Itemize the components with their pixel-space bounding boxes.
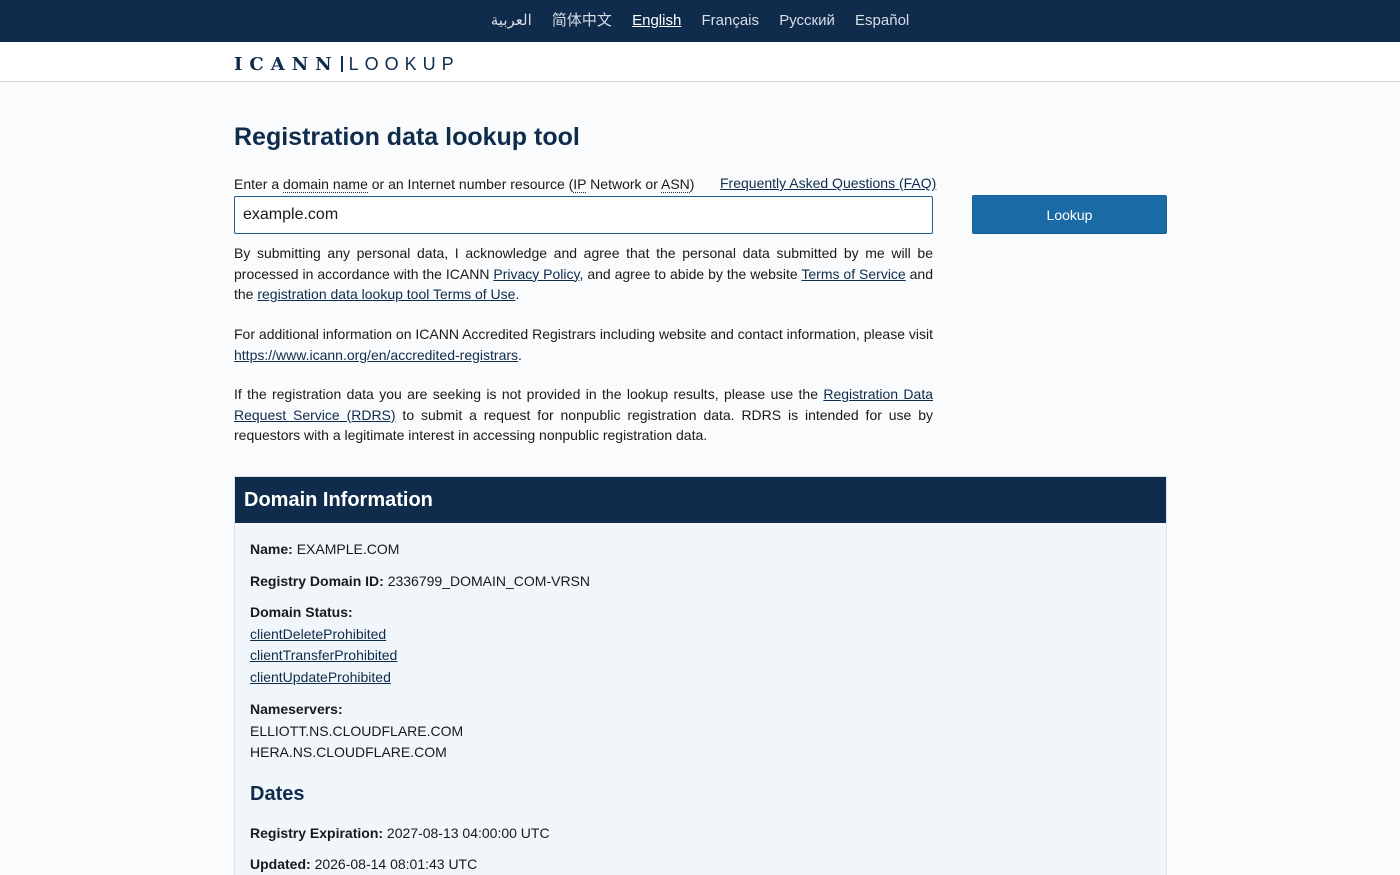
lang-arabic[interactable]: العربية <box>491 0 532 41</box>
ip-term: IP <box>573 176 587 193</box>
logo-divider <box>340 56 343 72</box>
lang-russian[interactable]: Русский <box>779 0 835 41</box>
brand-header: ICANN LOOKUP <box>0 42 1400 82</box>
lookup-button[interactable]: Lookup <box>972 195 1167 234</box>
search-prompt: Enter a domain name or an Internet numbe… <box>234 176 695 193</box>
language-bar: العربية 简体中文 English Français Русский Es… <box>0 0 1400 42</box>
lang-english[interactable]: English <box>632 0 681 41</box>
consent-notice: By submitting any personal data, I ackno… <box>234 245 934 302</box>
search-input[interactable] <box>234 196 933 234</box>
terms-of-service-link[interactable]: Terms of Service <box>801 266 905 282</box>
registry-expiration-field: Registry Expiration: 2027-08-13 04:00:00… <box>250 825 550 841</box>
domain-status-field: Domain Status: clientDeleteProhibited cl… <box>250 602 397 688</box>
domain-name-value: EXAMPLE.COM <box>296 541 400 557</box>
domain-name-field: Name: EXAMPLE.COM <box>250 541 400 557</box>
page-title: Registration data lookup tool <box>234 123 580 151</box>
registry-domain-id-value: 2336799_DOMAIN_COM-VRSN <box>387 573 590 589</box>
lang-chinese[interactable]: 简体中文 <box>552 0 612 41</box>
privacy-policy-link[interactable]: Privacy Policy <box>493 266 579 282</box>
accredited-registrars-link[interactable]: https://www.icann.org/en/accredited-regi… <box>234 347 518 363</box>
logo-lookup-text: LOOKUP <box>348 54 460 74</box>
nameservers-field: Nameservers: ELLIOTT.NS.CLOUDFLARE.COM H… <box>250 699 463 764</box>
status-link-client-delete-prohibited[interactable]: clientDeleteProhibited <box>250 624 397 646</box>
nameserver-item: HERA.NS.CLOUDFLARE.COM <box>250 744 447 760</box>
updated-date-value: 2026-08-14 08:01:43 UTC <box>314 856 478 872</box>
rdrs-info: If the registration data you are seeking… <box>234 386 934 443</box>
dates-heading: Dates <box>250 783 305 805</box>
domain-information-heading: Domain Information <box>235 477 1166 523</box>
icann-lookup-logo[interactable]: ICANN LOOKUP <box>234 54 460 75</box>
registry-expiration-value: 2027-08-13 04:00:00 UTC <box>386 825 550 841</box>
updated-date-field: Updated: 2026-08-14 08:01:43 UTC <box>250 856 478 872</box>
terms-of-use-link[interactable]: registration data lookup tool Terms of U… <box>257 286 515 302</box>
faq-link[interactable]: Frequently Asked Questions (FAQ) <box>720 174 936 192</box>
asn-term: ASN <box>660 176 690 193</box>
nameserver-item: ELLIOTT.NS.CLOUDFLARE.COM <box>250 722 464 739</box>
lang-french[interactable]: Français <box>701 0 759 41</box>
logo-icann-text: ICANN <box>234 54 339 75</box>
language-list: العربية 简体中文 English Français Русский Es… <box>0 0 1400 42</box>
status-link-client-update-prohibited[interactable]: clientUpdateProhibited <box>250 667 397 689</box>
domain-name-term: domain name <box>283 176 368 193</box>
registrars-info: For additional information on ICANN Accr… <box>234 326 933 363</box>
status-link-client-transfer-prohibited[interactable]: clientTransferProhibited <box>250 645 397 667</box>
lang-spanish[interactable]: Español <box>855 0 909 41</box>
domain-information-panel: Domain Information Name: EXAMPLE.COM Reg… <box>234 476 1167 875</box>
registry-domain-id-field: Registry Domain ID: 2336799_DOMAIN_COM-V… <box>250 573 590 589</box>
